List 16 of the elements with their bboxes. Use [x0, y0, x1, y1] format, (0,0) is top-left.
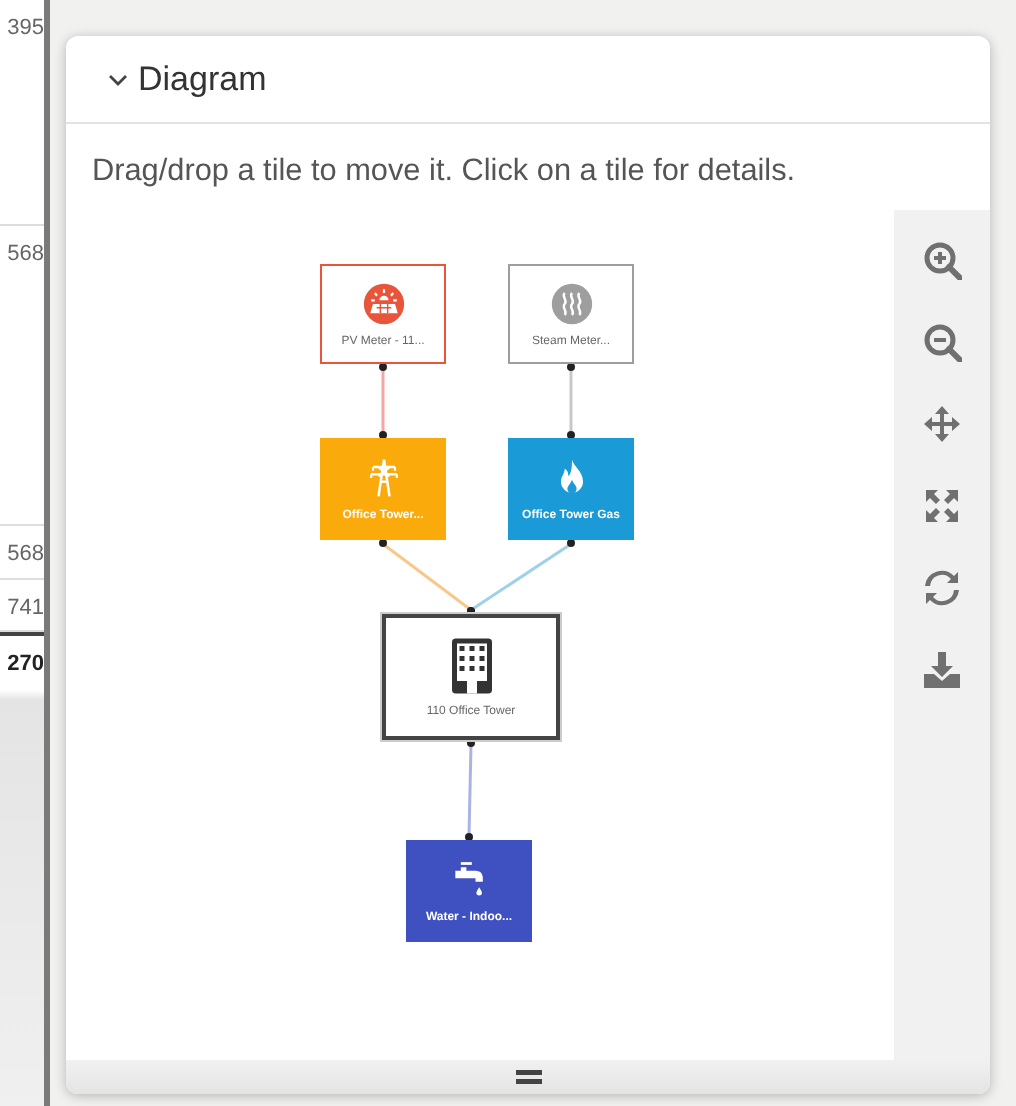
- refresh-icon[interactable]: [922, 568, 962, 608]
- download-icon[interactable]: [922, 650, 962, 690]
- zoom-out-icon[interactable]: [922, 322, 962, 362]
- table-cell-text: 568: [7, 540, 44, 566]
- expand-arrows-icon[interactable]: [922, 486, 962, 526]
- zoom-in-icon[interactable]: [922, 240, 962, 280]
- instructions-text: Drag/drop a tile to move it. Click on a tile for details.: [90, 152, 798, 192]
- table-cell-text: 568: [7, 240, 44, 266]
- move-arrows-icon[interactable]: [922, 404, 962, 444]
- drag-handle-icon[interactable]: [515, 1070, 541, 1084]
- table-cell-text: 741: [7, 594, 44, 620]
- steam-icon: [549, 281, 593, 325]
- table-cell-text: 395: [7, 14, 44, 40]
- solar-panel-icon: [361, 281, 405, 325]
- panel-title: Diagram: [138, 59, 267, 99]
- total-cell-text: 270: [7, 650, 44, 676]
